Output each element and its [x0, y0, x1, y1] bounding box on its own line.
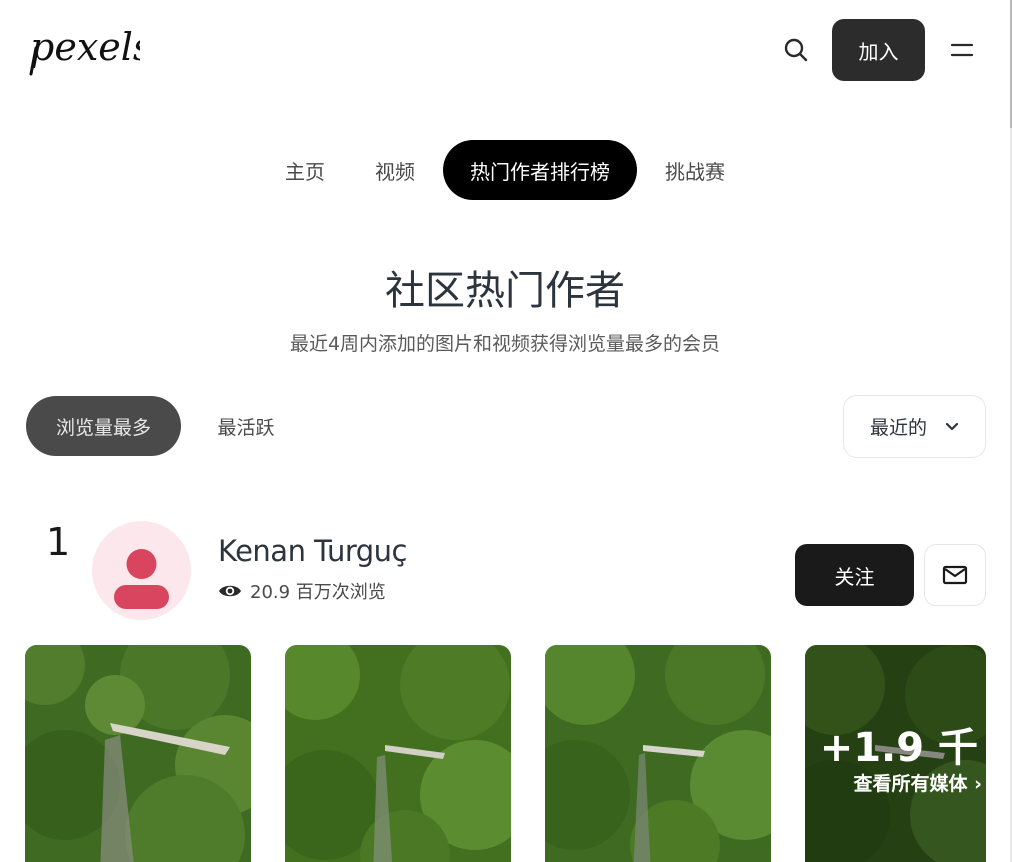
search-button[interactable] — [778, 32, 814, 68]
search-icon — [784, 38, 808, 62]
avatar[interactable] — [92, 521, 191, 620]
pexels-logo[interactable]: pexels — [28, 22, 152, 78]
more-media-count: +1.9 千 — [819, 725, 978, 771]
eye-icon — [219, 585, 241, 597]
tab-leaderboard[interactable]: 热门作者排行榜 — [443, 140, 637, 200]
media-thumbnail[interactable] — [285, 645, 511, 862]
follow-button[interactable]: 关注 — [795, 544, 914, 606]
sort-select[interactable]: 最近的 — [843, 395, 986, 458]
menu-button[interactable] — [944, 32, 980, 68]
media-thumbnail[interactable] — [545, 645, 771, 862]
view-all-media-tile[interactable]: +1.9 千 查看所有媒体 › — [805, 645, 986, 862]
nav-tabs: 主页 视频 热门作者排行榜 挑战赛 — [0, 140, 1010, 200]
tab-challenges[interactable]: 挑战赛 — [643, 140, 747, 200]
sort-label: 最近的 — [869, 417, 927, 439]
rank-number: 1 — [46, 520, 71, 564]
tab-videos[interactable]: 视频 — [353, 140, 437, 200]
tab-home[interactable]: 主页 — [263, 140, 347, 200]
menu-icon — [950, 43, 974, 57]
filter-most-viewed[interactable]: 浏览量最多 — [26, 396, 181, 456]
svg-text:pexels: pexels — [30, 25, 140, 69]
filter-most-active[interactable]: 最活跃 — [196, 396, 296, 456]
author-name[interactable]: Kenan Turguç — [218, 534, 408, 568]
mail-icon — [942, 565, 968, 585]
page-title: 社区热门作者 — [385, 268, 625, 314]
message-button[interactable] — [924, 544, 986, 606]
view-all-media-link[interactable]: 查看所有媒体 › — [854, 769, 982, 796]
header: pexels 加入 — [0, 0, 1010, 100]
user-icon — [114, 549, 169, 609]
media-thumbnail[interactable] — [25, 645, 251, 862]
chevron-down-icon — [945, 422, 959, 430]
views-count: 20.9 百万次浏览 — [250, 582, 386, 603]
views-stat: 20.9 百万次浏览 — [218, 578, 386, 604]
page-subtitle: 最近4周内添加的图片和视频获得浏览量最多的会员 — [289, 333, 721, 355]
join-button[interactable]: 加入 — [832, 19, 925, 81]
